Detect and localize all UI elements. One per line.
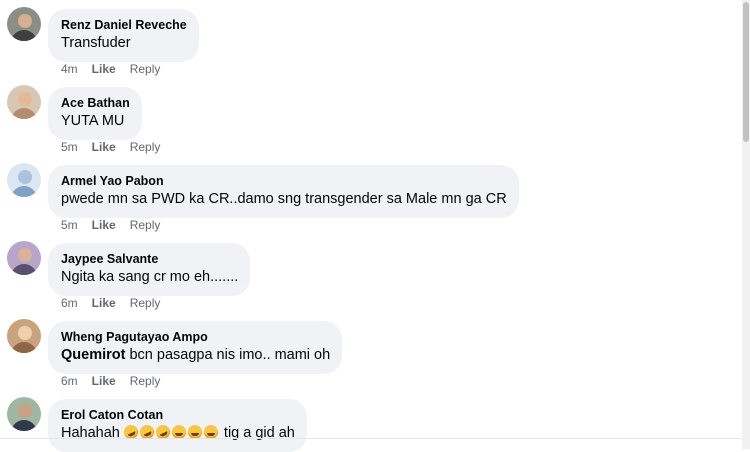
comment-time[interactable]: 4m (61, 62, 78, 76)
comment-author[interactable]: Erol Caton Cotan (61, 407, 295, 423)
comment-thread: Renz Daniel Reveche Transfuder 4m Like Rep… (0, 0, 742, 452)
comment-actions: 4m Like Reply (61, 62, 174, 76)
joy-emoji-icon (171, 425, 186, 439)
avatar[interactable] (7, 319, 41, 353)
comment-text: YUTA MU (61, 113, 125, 129)
comment-time[interactable]: 5m (61, 140, 78, 154)
joy-emoji-icon (187, 425, 202, 439)
scrollbar[interactable] (742, 0, 750, 449)
comment-text: Hahahah tig a gid ah (61, 422, 295, 443)
like-button[interactable]: Like (92, 62, 116, 76)
reply-button[interactable]: Reply (130, 140, 161, 154)
scrollbar-thumb[interactable] (743, 2, 749, 142)
comment-text: Transfuder (61, 35, 131, 51)
reply-button[interactable]: Reply (130, 374, 161, 388)
comment-actions: 5m Like Reply (61, 140, 174, 154)
divider (0, 438, 742, 439)
comment-author[interactable]: Wheng Pagutayao Ampo (61, 329, 330, 345)
comment-author[interactable]: Renz Daniel Reveche (61, 17, 187, 33)
comment-bubble: Ace Bathan YUTA MU (48, 87, 142, 140)
avatar[interactable] (7, 7, 41, 41)
comment-time[interactable]: 6m (61, 374, 78, 388)
comment-bubble: Renz Daniel Reveche Transfuder (48, 9, 199, 62)
reply-button[interactable]: Reply (130, 218, 161, 232)
comment-text: Ngita ka sang cr mo eh....... (61, 269, 239, 285)
avatar[interactable] (7, 241, 41, 275)
comment-text-body: bcn pasagpa nis imo.. mami oh (125, 347, 331, 363)
comment-text: Quemirot bcn pasagpa nis imo.. mami oh (61, 346, 330, 365)
comment-bubble: Wheng Pagutayao Ampo Quemirot bcn pasagp… (48, 321, 343, 374)
avatar[interactable] (7, 397, 41, 431)
comment-text: pwede mn sa PWD ka CR..damo sng transgen… (61, 191, 507, 207)
comment-bubble: Erol Caton Cotan Hahahah tig a gid ah (48, 399, 307, 452)
comment-author[interactable]: Ace Bathan (61, 95, 130, 111)
comment-bubble: Jaypee Salvante Ngita ka sang cr mo eh..… (48, 243, 251, 296)
comment-bubble: Armel Yao Pabon pwede mn sa PWD ka CR..d… (48, 165, 519, 218)
like-button[interactable]: Like (92, 296, 116, 310)
comment-author[interactable]: Armel Yao Pabon (61, 173, 507, 189)
comment-time[interactable]: 5m (61, 218, 78, 232)
like-button[interactable]: Like (92, 140, 116, 154)
like-button[interactable]: Like (92, 374, 116, 388)
reply-button[interactable]: Reply (130, 62, 161, 76)
reply-button[interactable]: Reply (130, 296, 161, 310)
mention-link[interactable]: Quemirot (61, 347, 125, 363)
avatar[interactable] (7, 163, 41, 197)
joy-emoji-icon (203, 425, 218, 439)
comment-actions: 6m Like Reply (61, 296, 174, 310)
comment-author[interactable]: Jaypee Salvante (61, 251, 238, 267)
like-button[interactable]: Like (92, 218, 116, 232)
avatar[interactable] (7, 85, 41, 119)
comment-actions: 6m Like Reply (61, 374, 174, 388)
comment-time[interactable]: 6m (61, 296, 78, 310)
comment-actions: 5m Like Reply (61, 218, 174, 232)
